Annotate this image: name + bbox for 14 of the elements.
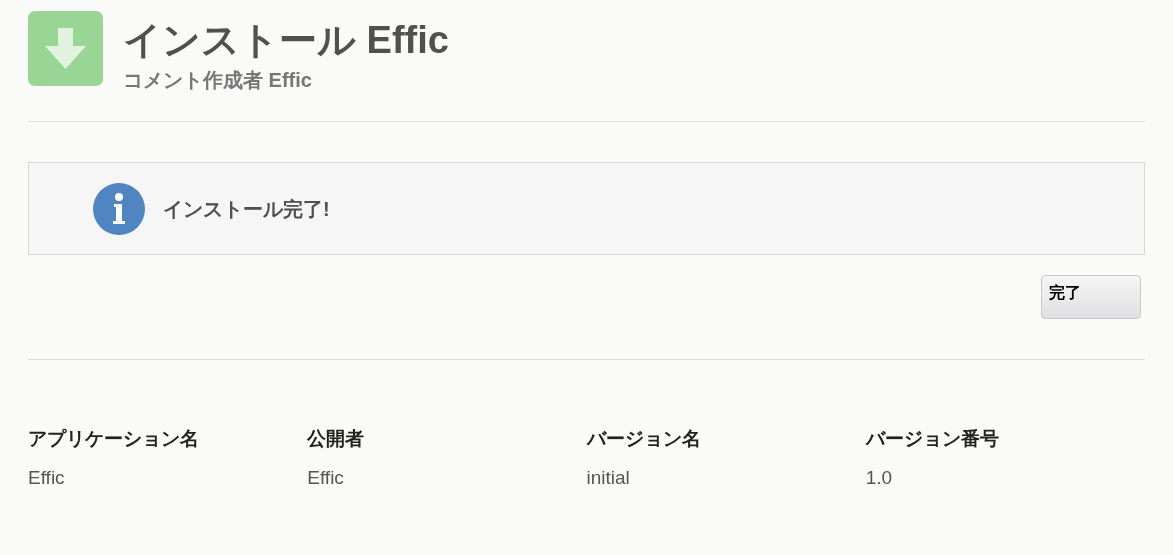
detail-value: Effic	[307, 466, 345, 490]
page-title: インストール Effic	[123, 18, 449, 63]
detail-value: Effic	[28, 466, 66, 490]
detail-label: バージョン番号	[865, 427, 1000, 451]
download-icon	[28, 11, 103, 86]
message-text: インストール完了!	[163, 196, 330, 222]
detail-value: initial	[586, 466, 631, 490]
detail-value: 1.0	[865, 466, 894, 490]
detail-label: アプリケーション名	[28, 427, 200, 451]
done-button[interactable]: 完了	[1041, 275, 1141, 319]
detail-label: 公開者	[307, 427, 366, 451]
page-subtitle: コメント作成者 Effic	[123, 68, 313, 93]
detail-label: バージョン名	[586, 427, 702, 451]
info-icon	[93, 182, 145, 235]
